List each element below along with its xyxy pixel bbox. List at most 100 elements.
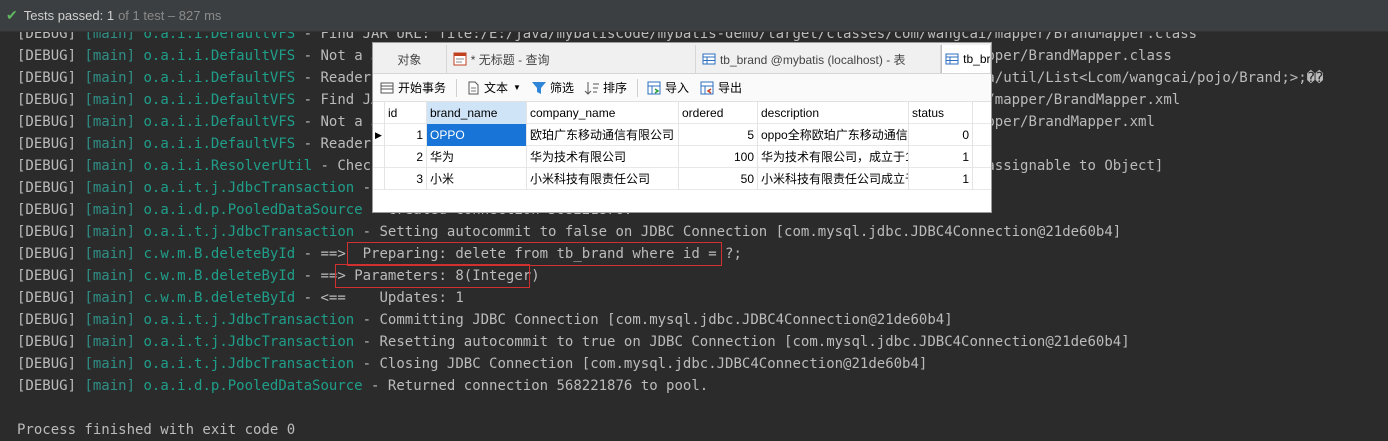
- cell-brand-name[interactable]: 小米: [427, 168, 527, 190]
- export-icon: [699, 80, 715, 96]
- log-level: [DEBUG]: [17, 378, 77, 394]
- log-level: [DEBUG]: [17, 202, 77, 218]
- text-label: 文本: [484, 81, 509, 95]
- cell-company-name[interactable]: 小米科技有限责任公司: [527, 168, 679, 190]
- data-grid: id brand_name company_name ordered descr…: [373, 102, 991, 190]
- row-marker: [373, 168, 385, 190]
- column-header-status[interactable]: status: [909, 102, 973, 124]
- log-message: - ==> Preparing: delete from tb_brand wh…: [295, 246, 742, 262]
- current-row-marker-icon: ▶: [373, 124, 385, 146]
- begin-transaction-button[interactable]: 开始事务: [379, 79, 446, 96]
- cell-status[interactable]: 0: [909, 124, 973, 146]
- log-thread: [main]: [84, 334, 136, 350]
- cell-company-name[interactable]: 欧珀广东移动通信有限公司: [527, 124, 679, 146]
- export-button[interactable]: 导出: [699, 79, 742, 96]
- grid-header-row: id brand_name company_name ordered descr…: [373, 102, 991, 124]
- log-thread: [main]: [84, 180, 136, 196]
- cell-status[interactable]: 1: [909, 168, 973, 190]
- log-logger: o.a.i.t.j.JdbcTransaction: [143, 356, 355, 372]
- cell-brand-name[interactable]: 华为: [427, 146, 527, 168]
- cell-description[interactable]: oppo全称欧珀广东移动通信: [758, 124, 909, 146]
- tests-passed-label: Tests passed: 1: [23, 8, 115, 23]
- log-thread: [main]: [84, 312, 136, 328]
- transaction-icon: [379, 80, 395, 96]
- cell-description[interactable]: 小米科技有限责任公司成立于: [758, 168, 909, 190]
- export-label: 导出: [718, 81, 743, 95]
- table-icon: [702, 52, 716, 66]
- row-marker: [373, 146, 385, 168]
- filter-button[interactable]: 筛选: [531, 79, 574, 96]
- log-logger: o.a.i.i.ResolverUtil: [143, 158, 313, 174]
- check-icon: ✔: [6, 7, 18, 23]
- log-logger: o.a.i.t.j.JdbcTransaction: [143, 180, 355, 196]
- log-message: - Returned connection 568221876 to pool.: [362, 378, 709, 394]
- test-status-bar: ✔ Tests passed: 1 of 1 test – 827 ms: [0, 0, 1388, 32]
- toolbar-divider: [456, 78, 458, 97]
- tab-table-brand-active[interactable]: tb_brand: [941, 45, 991, 73]
- column-header-brand-name[interactable]: brand_name: [427, 102, 527, 124]
- log-thread: [main]: [84, 246, 136, 262]
- log-thread: [main]: [84, 202, 136, 218]
- cell-company-name[interactable]: 华为技术有限公司: [527, 146, 679, 168]
- log-level: [DEBUG]: [17, 334, 77, 350]
- log-level: [DEBUG]: [17, 92, 77, 108]
- sort-button[interactable]: 排序: [584, 79, 627, 96]
- cell-description[interactable]: 华为技术有限公司，成立于1: [758, 146, 909, 168]
- log-level: [DEBUG]: [17, 70, 77, 86]
- cell-ordered[interactable]: 100: [679, 146, 758, 168]
- column-header-ordered[interactable]: ordered: [679, 102, 758, 124]
- log-thread: [main]: [84, 378, 136, 394]
- log-level: [DEBUG]: [17, 246, 77, 262]
- filter-icon: [531, 80, 547, 96]
- log-level: [DEBUG]: [17, 158, 77, 174]
- cell-id[interactable]: 3: [385, 168, 427, 190]
- row-header-corner: [373, 102, 385, 124]
- console-line: [DEBUG] [main] o.a.i.t.j.JdbcTransaction…: [17, 331, 1388, 353]
- cell-id[interactable]: 2: [385, 146, 427, 168]
- column-header-company-name[interactable]: company_name: [527, 102, 679, 124]
- log-thread: [main]: [84, 224, 136, 240]
- tab-table-brand-label: tb_brand @mybatis (localhost) - 表: [719, 52, 906, 67]
- cell-ordered[interactable]: 5: [679, 124, 758, 146]
- table-row[interactable]: 3 小米 小米科技有限责任公司 50 小米科技有限责任公司成立于 1: [373, 168, 991, 190]
- table-row[interactable]: ▶ 1 OPPO 欧珀广东移动通信有限公司 5 oppo全称欧珀广东移动通信 0: [373, 124, 991, 146]
- log-level: [DEBUG]: [17, 290, 77, 306]
- tab-query[interactable]: * 无标题 - 查询: [447, 45, 696, 73]
- cell-status[interactable]: 1: [909, 146, 973, 168]
- tab-bar: 对象 * 无标题 - 查询 tb_brand @mybatis (localho…: [373, 43, 991, 74]
- log-logger: c.w.m.B.deleteById: [143, 290, 296, 306]
- begin-transaction-label: 开始事务: [398, 81, 447, 95]
- query-icon: [453, 52, 467, 66]
- sort-icon: [584, 80, 600, 96]
- console-line: [DEBUG] [main] c.w.m.B.deleteById - <== …: [17, 287, 1388, 309]
- log-logger: c.w.m.B.deleteById: [143, 246, 296, 262]
- cell-ordered[interactable]: 50: [679, 168, 758, 190]
- column-header-description[interactable]: description: [758, 102, 909, 124]
- log-thread: [main]: [84, 356, 136, 372]
- cell-id[interactable]: 1: [385, 124, 427, 146]
- table-icon: [945, 52, 959, 66]
- import-button[interactable]: 导入: [646, 79, 689, 96]
- dropdown-arrow-icon: ▼: [513, 83, 521, 92]
- tab-table-brand[interactable]: tb_brand @mybatis (localhost) - 表: [696, 45, 942, 73]
- log-logger: o.a.i.i.DefaultVFS: [143, 48, 296, 64]
- log-level: [DEBUG]: [17, 268, 77, 284]
- log-thread: [main]: [84, 136, 136, 152]
- log-thread: [main]: [84, 92, 136, 108]
- log-message: - Setting autocommit to false on JDBC Co…: [354, 224, 1122, 240]
- log-message: - Resetting autocommit to true on JDBC C…: [354, 334, 1130, 350]
- cell-brand-name[interactable]: OPPO: [427, 124, 527, 146]
- console-line: [DEBUG] [main] o.a.i.d.p.PooledDataSourc…: [17, 375, 1388, 397]
- column-header-id[interactable]: id: [385, 102, 427, 124]
- tab-objects[interactable]: 对象: [373, 45, 447, 73]
- import-label: 导入: [664, 81, 689, 95]
- log-logger: o.a.i.t.j.JdbcTransaction: [143, 334, 355, 350]
- text-button[interactable]: 文本 ▼: [465, 79, 521, 96]
- log-thread: [main]: [84, 114, 136, 130]
- log-logger: o.a.i.t.j.JdbcTransaction: [143, 312, 355, 328]
- console-line: [DEBUG] [main] o.a.i.t.j.JdbcTransaction…: [17, 309, 1388, 331]
- filter-label: 筛选: [549, 81, 574, 95]
- table-row[interactable]: 2 华为 华为技术有限公司 100 华为技术有限公司，成立于1 1: [373, 146, 991, 168]
- sort-label: 排序: [602, 81, 627, 95]
- log-level: [DEBUG]: [17, 224, 77, 240]
